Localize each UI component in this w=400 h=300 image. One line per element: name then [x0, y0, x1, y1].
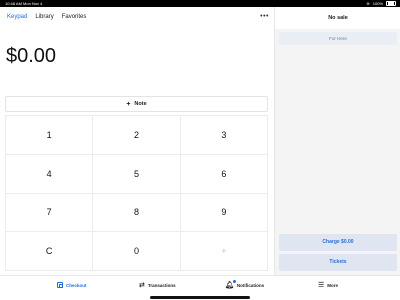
home-indicator: [150, 296, 250, 299]
menu-icon: ☰: [318, 282, 325, 289]
key-1[interactable]: 1: [6, 116, 93, 154]
status-time: 10:48 AM Mon Nov 4: [5, 1, 43, 6]
nav-more-label: More: [327, 283, 339, 288]
tab-favorites[interactable]: Favorites: [62, 14, 87, 20]
amount-display: $0.00: [6, 45, 57, 67]
keypad: 1 2 3 4 5 6 7 8 9 C 0 +: [5, 115, 268, 271]
wifi-icon: ≋: [366, 1, 370, 6]
tab-bar: Keypad Library Favorites: [7, 14, 86, 20]
key-add[interactable]: +: [180, 232, 267, 270]
nav-notifications-label: Notifications: [236, 283, 265, 288]
key-7[interactable]: 7: [6, 193, 93, 232]
key-clear[interactable]: C: [6, 232, 93, 270]
tab-library[interactable]: Library: [35, 14, 53, 20]
key-8[interactable]: 8: [93, 193, 180, 232]
note-label: Note: [134, 101, 147, 107]
bell-icon: 🔔︎: [225, 280, 236, 289]
key-9[interactable]: 9: [180, 193, 267, 232]
key-3[interactable]: 3: [180, 116, 267, 154]
key-5[interactable]: 5: [93, 154, 180, 193]
battery-percent: 100%: [372, 1, 383, 6]
battery-icon: [386, 0, 396, 7]
key-6[interactable]: 6: [180, 154, 267, 193]
status-bar: 10:48 AM Mon Nov 4 ≋ 100%: [0, 0, 400, 7]
nav-transactions[interactable]: ⇄ Transactions: [139, 282, 176, 289]
plus-icon: +: [126, 100, 131, 108]
nav-checkout[interactable]: Checkout: [57, 282, 87, 288]
nav-notifications[interactable]: 🔔︎ Notifications: [225, 280, 265, 289]
dining-option-button[interactable]: For Here: [279, 32, 397, 45]
key-0[interactable]: 0: [93, 232, 180, 270]
key-4[interactable]: 4: [6, 154, 93, 193]
key-2[interactable]: 2: [93, 116, 180, 154]
ellipsis-icon[interactable]: •••: [260, 13, 269, 20]
sale-panel: No sale For Here Charge $0.00 Tickets: [274, 7, 400, 275]
add-note-button[interactable]: + Note: [5, 96, 268, 112]
notification-badge: [232, 280, 236, 283]
charge-button[interactable]: Charge $0.00: [279, 234, 397, 251]
arrows-icon: ⇄: [139, 282, 145, 289]
tickets-button[interactable]: Tickets: [279, 254, 397, 271]
sale-title: No sale: [275, 7, 400, 29]
nav-checkout-label: Checkout: [66, 282, 87, 288]
status-indicators: ≋ 100%: [366, 0, 396, 7]
nav-transactions-label: Transactions: [147, 283, 176, 288]
bottom-nav: Checkout ⇄ Transactions 🔔︎ Notifications…: [0, 275, 400, 300]
grid-icon: [57, 282, 63, 288]
nav-more[interactable]: ☰ More: [318, 282, 338, 289]
tab-keypad[interactable]: Keypad: [7, 14, 27, 20]
